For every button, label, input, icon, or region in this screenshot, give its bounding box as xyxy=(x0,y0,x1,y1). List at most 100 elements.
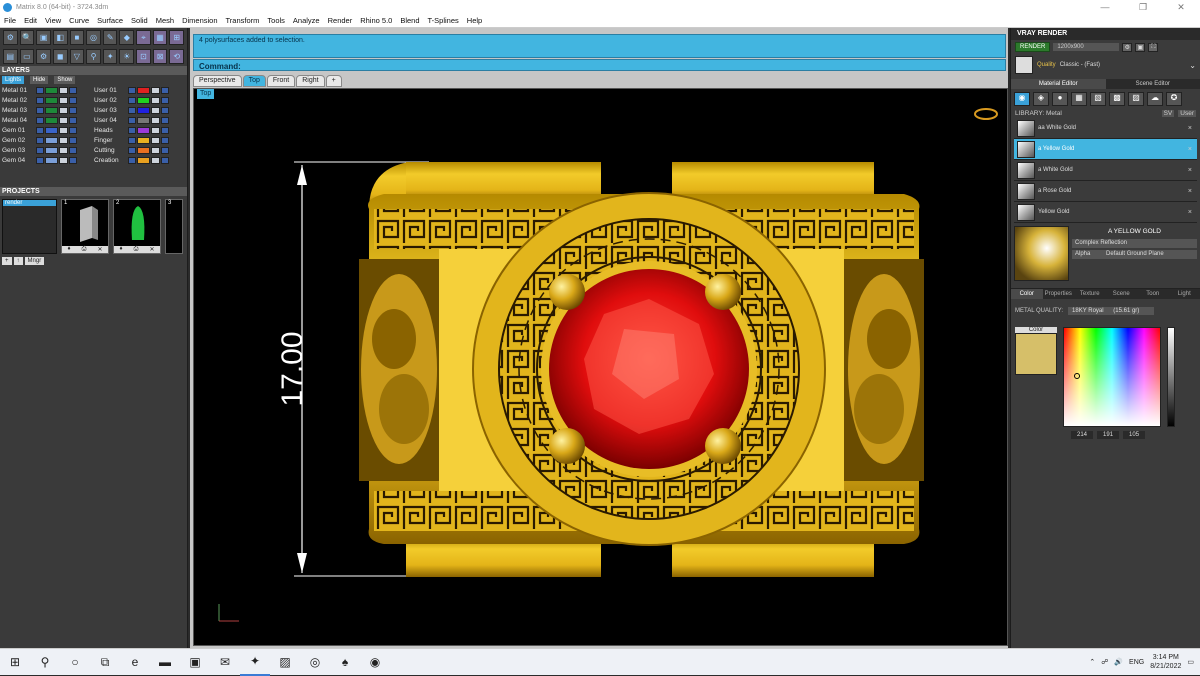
close-button[interactable]: ✕ xyxy=(1162,2,1200,13)
layer-visible-icon[interactable] xyxy=(161,107,169,114)
gem-icon[interactable]: ◈ xyxy=(1033,92,1049,106)
box-tool-icon[interactable]: ▣ xyxy=(36,30,51,45)
render-button[interactable]: RENDER xyxy=(1015,42,1050,52)
layer-arrow-icon[interactable] xyxy=(36,127,44,134)
cube-tool-icon[interactable]: ■ xyxy=(70,30,85,45)
matrix-icon[interactable]: ♠ xyxy=(330,649,360,676)
layer-lock-icon[interactable] xyxy=(59,147,68,154)
layer-lock-icon[interactable] xyxy=(151,107,160,114)
rgb-r[interactable]: 214 xyxy=(1071,431,1093,439)
layer-color-swatch[interactable] xyxy=(137,87,150,94)
menu-file[interactable]: File xyxy=(0,16,20,25)
network-icon[interactable]: ☍ xyxy=(1101,658,1108,666)
resolution-field[interactable]: 1200x900 xyxy=(1053,43,1119,51)
layer-arrow-icon[interactable] xyxy=(36,137,44,144)
layer-color-swatch[interactable] xyxy=(45,87,58,94)
texture-icon[interactable]: ▦ xyxy=(1071,92,1087,106)
subtab-color[interactable]: Color xyxy=(1011,289,1043,299)
menu-solid[interactable]: Solid xyxy=(127,16,152,25)
subtab-properties[interactable]: Properties xyxy=(1043,289,1075,299)
menu-render[interactable]: Render xyxy=(324,16,357,25)
layer-arrow-icon[interactable] xyxy=(128,157,136,164)
show-button[interactable]: Show xyxy=(54,76,75,84)
menu-edit[interactable]: Edit xyxy=(20,16,41,25)
material-item[interactable]: a White Gold× xyxy=(1014,160,1197,181)
menu-tools[interactable]: Tools xyxy=(263,16,289,25)
layer-visible-icon[interactable] xyxy=(69,147,77,154)
menu-analyze[interactable]: Analyze xyxy=(289,16,324,25)
task-view-icon[interactable]: ⧉ xyxy=(90,649,120,676)
layer-visible-icon[interactable] xyxy=(161,97,169,104)
zoom-tool-icon[interactable]: 🔍 xyxy=(20,30,35,45)
library-sv[interactable]: SV xyxy=(1162,110,1175,117)
layer-visible-icon[interactable] xyxy=(69,97,77,104)
remove-material-icon[interactable]: × xyxy=(1188,146,1197,153)
remove-material-icon[interactable]: × xyxy=(1188,167,1197,174)
value-slider[interactable] xyxy=(1167,327,1175,427)
menu-help[interactable]: Help xyxy=(463,16,486,25)
rgb-g[interactable]: 191 xyxy=(1097,431,1119,439)
layer-color-swatch[interactable] xyxy=(137,157,150,164)
metal-quality-select[interactable]: 18KY Royal (15.61 gr) xyxy=(1068,307,1154,315)
layer-row[interactable]: Metal 01 xyxy=(2,86,94,94)
layer-row[interactable]: Creation xyxy=(94,156,186,164)
layout-tool-icon[interactable]: ▤ xyxy=(3,49,18,64)
layer-arrow-icon[interactable] xyxy=(128,107,136,114)
layer-visible-icon[interactable] xyxy=(69,117,77,124)
gem-tool-icon[interactable]: ◆ xyxy=(119,30,134,45)
layer-visible-icon[interactable] xyxy=(69,87,77,94)
layer-lock-icon[interactable] xyxy=(59,87,68,94)
subtab-scene[interactable]: Scene xyxy=(1106,289,1138,299)
layer-arrow-icon[interactable] xyxy=(128,87,136,94)
layer-visible-icon[interactable] xyxy=(69,127,77,134)
layer-color-swatch[interactable] xyxy=(137,137,150,144)
clock[interactable]: 3:14 PM 8/21/2022 xyxy=(1150,653,1181,671)
history-tool-icon[interactable]: ⟲ xyxy=(169,49,184,64)
tab-scene-editor[interactable]: Scene Editor xyxy=(1106,79,1200,89)
layer-visible-icon[interactable] xyxy=(161,137,169,144)
viewport-label[interactable]: Top xyxy=(197,89,214,99)
layer-row[interactable]: Gem 03 xyxy=(2,146,94,154)
menu-mesh[interactable]: Mesh xyxy=(152,16,178,25)
menu-transform[interactable]: Transform xyxy=(222,16,264,25)
explorer-icon[interactable]: ▬ xyxy=(150,649,180,676)
layer-color-swatch[interactable] xyxy=(45,127,58,134)
layer-row[interactable]: Gem 01 xyxy=(2,126,94,134)
material-item[interactable]: Yellow Gold× xyxy=(1014,202,1197,223)
render-preset[interactable]: Quality Classic - (Fast) ⌄ xyxy=(1011,54,1200,76)
viewport[interactable]: Top xyxy=(193,88,1008,646)
layer-arrow-icon[interactable] xyxy=(128,127,136,134)
remove-material-icon[interactable]: × xyxy=(1188,209,1197,216)
layer-lock-icon[interactable] xyxy=(59,97,68,104)
layer-row[interactable]: User 01 xyxy=(94,86,186,94)
snap-tool-icon[interactable]: ⌖ xyxy=(136,30,151,45)
settings-icon[interactable]: ⚙ xyxy=(1122,43,1132,52)
layer-color-swatch[interactable] xyxy=(45,117,58,124)
expand-icon[interactable]: ⛶ xyxy=(1148,43,1158,52)
photos-icon[interactable]: ▨ xyxy=(270,649,300,676)
tab-material-editor[interactable]: Material Editor xyxy=(1011,79,1106,89)
rgb-b[interactable]: 105 xyxy=(1123,431,1145,439)
layer-arrow-icon[interactable] xyxy=(128,97,136,104)
layer-lock-icon[interactable] xyxy=(59,117,68,124)
layer-arrow-icon[interactable] xyxy=(128,117,136,124)
layer-row[interactable]: Metal 04 xyxy=(2,116,94,124)
chrome-icon[interactable]: ◉ xyxy=(360,649,390,676)
layer-row[interactable]: Finger xyxy=(94,136,186,144)
funnel-tool-icon[interactable]: ▽ xyxy=(70,49,85,64)
layer-visible-icon[interactable] xyxy=(161,117,169,124)
layer-lock-icon[interactable] xyxy=(151,127,160,134)
layer-arrow-icon[interactable] xyxy=(36,157,44,164)
globe-icon[interactable]: ◎ xyxy=(300,649,330,676)
remove-material-icon[interactable]: × xyxy=(1188,125,1197,132)
edge-icon[interactable]: e xyxy=(120,649,150,676)
layer-row[interactable]: Gem 04 xyxy=(2,156,94,164)
language-indicator[interactable]: ENG xyxy=(1129,659,1144,666)
surface-tool-icon[interactable]: ◧ xyxy=(53,30,68,45)
tab-top[interactable]: Top xyxy=(243,75,266,87)
layer-color-swatch[interactable] xyxy=(45,137,58,144)
material-item[interactable]: aa White Gold× xyxy=(1014,118,1197,139)
menu-dimension[interactable]: Dimension xyxy=(178,16,221,25)
camera-icon[interactable]: ▣ xyxy=(1135,43,1145,52)
layer-visible-icon[interactable] xyxy=(161,127,169,134)
